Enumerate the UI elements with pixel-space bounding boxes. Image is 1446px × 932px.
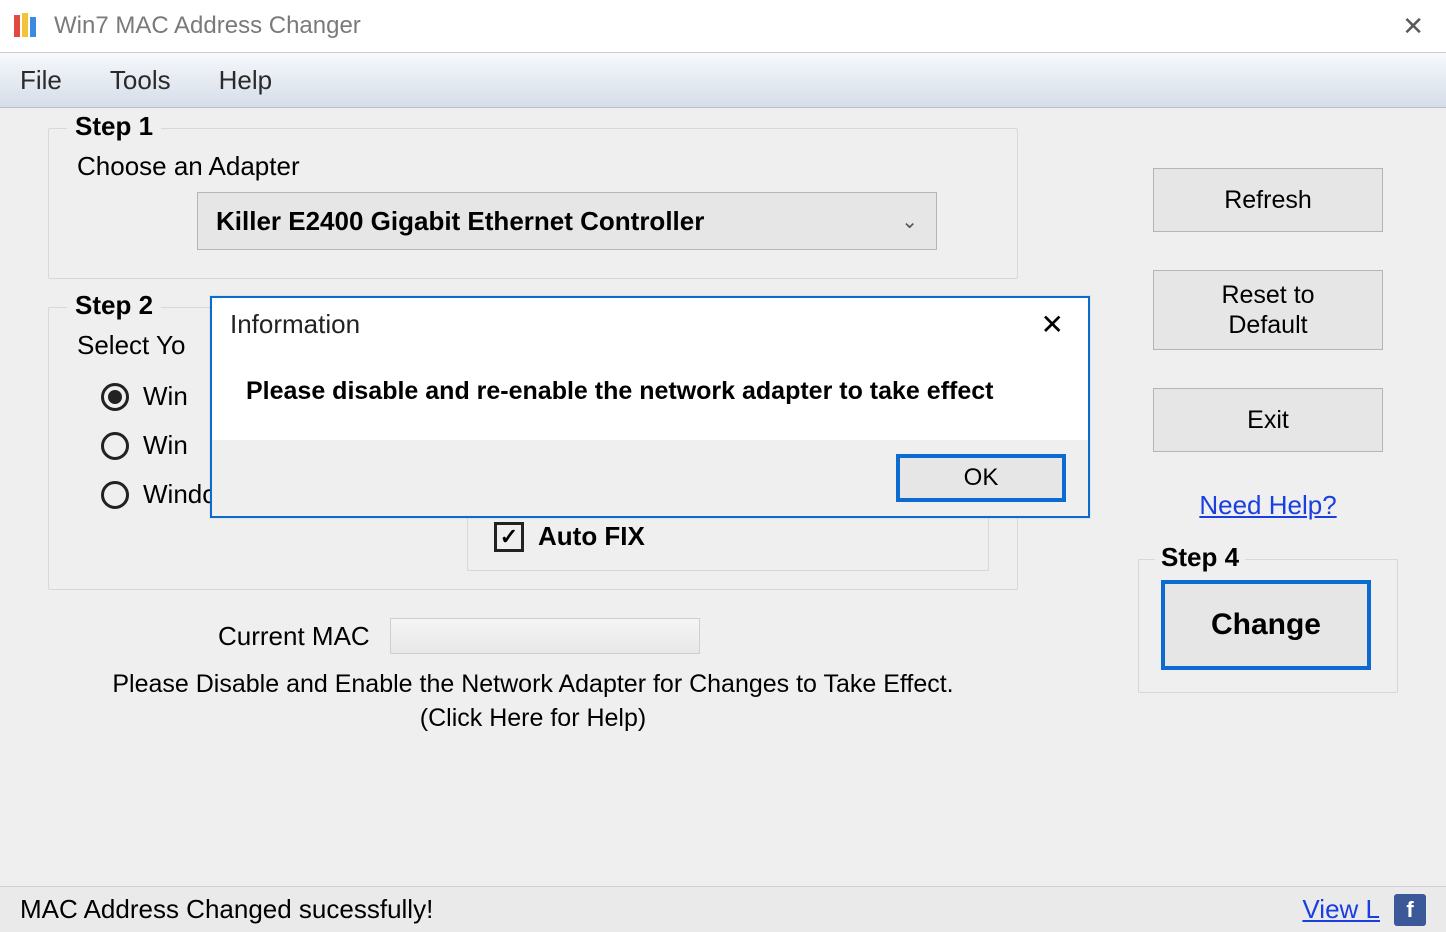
step1-legend: Step 1 — [67, 111, 161, 142]
step4-group: Step 4 Change — [1138, 559, 1398, 693]
menu-help[interactable]: Help — [219, 65, 272, 96]
statusbar: MAC Address Changed sucessfully! View L … — [0, 886, 1446, 932]
current-mac-row: Current MAC — [218, 618, 1018, 654]
menubar: File Tools Help — [0, 52, 1446, 108]
dialog-ok-button[interactable]: OK — [896, 454, 1066, 502]
titlebar: Win7 MAC Address Changer ✕ — [0, 0, 1446, 52]
radio-icon — [101, 383, 129, 411]
adapter-label: Choose an Adapter — [77, 151, 989, 182]
adapter-selected: Killer E2400 Gigabit Ethernet Controller — [216, 206, 704, 237]
dialog-message: Please disable and re-enable the network… — [212, 347, 1088, 440]
step1-group: Step 1 Choose an Adapter Killer E2400 Gi… — [48, 128, 1018, 279]
window-title: Win7 MAC Address Changer — [54, 12, 1392, 40]
checkbox-icon: ✓ — [494, 522, 524, 552]
right-column: Refresh Reset toDefault Exit Need Help? … — [1138, 168, 1398, 693]
os-option-1-label: Win — [143, 430, 188, 461]
dialog-title: Information — [230, 309, 360, 340]
view-log-link[interactable]: View L — [1302, 894, 1380, 925]
dialog-footer: OK — [212, 440, 1088, 516]
exit-button[interactable]: Exit — [1153, 388, 1383, 452]
window-close-button[interactable]: ✕ — [1392, 11, 1434, 42]
dialog-close-button[interactable]: ✕ — [1035, 308, 1070, 341]
need-help-link[interactable]: Need Help? — [1199, 490, 1336, 521]
reset-default-button[interactable]: Reset toDefault — [1153, 270, 1383, 350]
reset-default-label: Reset toDefault — [1221, 280, 1314, 340]
hint-line2: (Click Here for Help) — [420, 704, 646, 732]
os-option-0-label: Win — [143, 381, 188, 412]
autofix-label: Auto FIX — [538, 521, 645, 552]
dialog-titlebar: Information ✕ — [212, 298, 1088, 347]
autofix-checkbox[interactable]: ✓ Auto FIX — [494, 521, 962, 552]
refresh-button[interactable]: Refresh — [1153, 168, 1383, 232]
menu-file[interactable]: File — [20, 65, 62, 96]
step2-legend: Step 2 — [67, 290, 161, 321]
adapter-dropdown[interactable]: Killer E2400 Gigabit Ethernet Controller… — [197, 192, 937, 250]
step4-legend: Step 4 — [1155, 542, 1245, 573]
menu-tools[interactable]: Tools — [110, 65, 171, 96]
current-mac-field[interactable] — [390, 618, 700, 654]
status-text: MAC Address Changed sucessfully! — [20, 894, 1302, 925]
chevron-down-icon: ⌄ — [901, 209, 918, 234]
hint-text[interactable]: Please Disable and Enable the Network Ad… — [48, 668, 1018, 736]
radio-icon — [101, 432, 129, 460]
current-mac-label: Current MAC — [218, 621, 370, 652]
facebook-icon[interactable]: f — [1394, 894, 1426, 926]
hint-line1: Please Disable and Enable the Network Ad… — [112, 670, 953, 698]
change-button[interactable]: Change — [1161, 580, 1371, 670]
info-dialog: Information ✕ Please disable and re-enab… — [210, 296, 1090, 518]
app-icon — [12, 11, 42, 41]
radio-icon — [101, 481, 129, 509]
